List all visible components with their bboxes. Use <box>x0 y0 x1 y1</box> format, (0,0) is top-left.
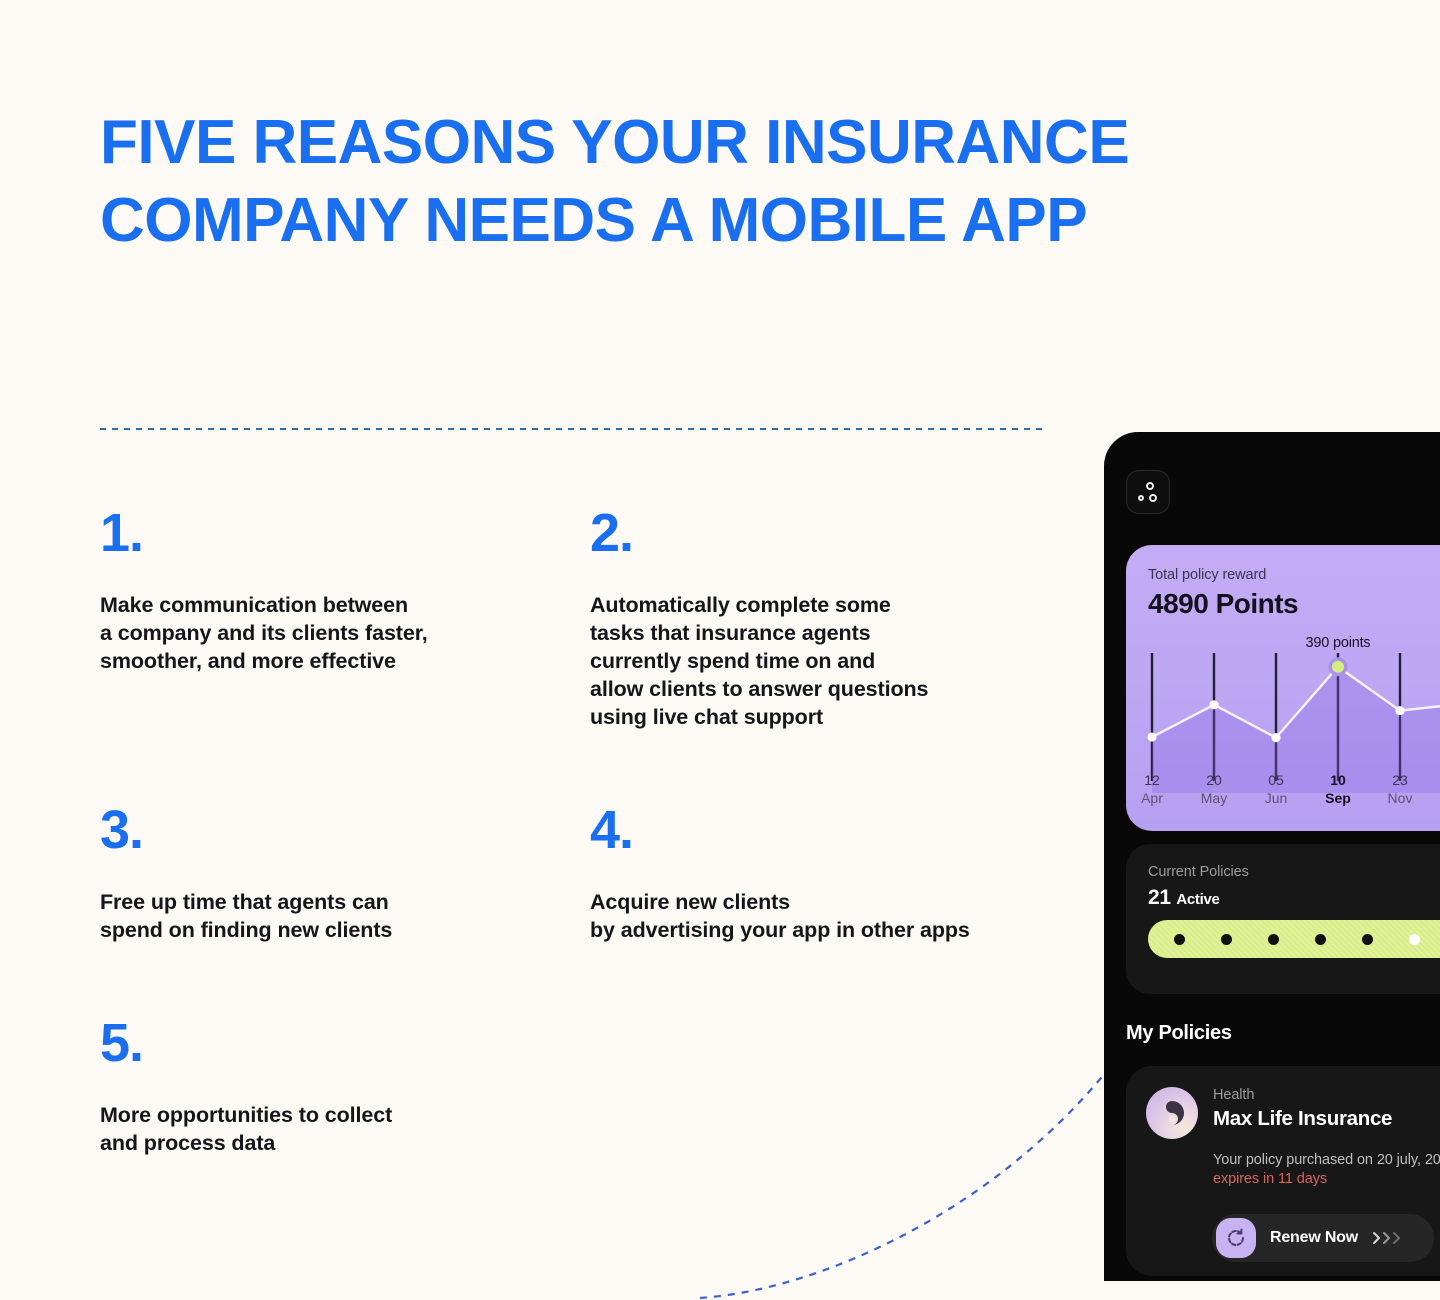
progress-dot-3 <box>1315 933 1326 945</box>
reason-number: 1. <box>100 503 144 563</box>
reason-item-5: 5. More opportunities to collect and pro… <box>100 1015 570 1157</box>
policy-category: Health <box>1213 1087 1255 1103</box>
chart-tick-4: 23 Nov <box>1370 771 1430 807</box>
policy-brand-icon <box>1166 1101 1184 1125</box>
chart-tick-day: 05 <box>1268 772 1284 788</box>
chart-tick-day: 20 <box>1206 772 1222 788</box>
chevron-right-icon <box>1372 1231 1404 1245</box>
renew-now-label: Renew Now <box>1270 1229 1358 1246</box>
reason-number: 3. <box>100 800 144 860</box>
phone-mockup: Total policy reward 4890 Points +12% yea… <box>1104 432 1440 1281</box>
total-reward-card[interactable]: Total policy reward 4890 Points +12% yea… <box>1126 545 1440 831</box>
current-policies-unit: Active <box>1176 891 1220 908</box>
chart-tick-day: 10 <box>1330 772 1346 788</box>
chart-tick-month: Apr <box>1141 790 1163 806</box>
chart-x-axis: 12 Apr 20 May 05 Jun 10 Sep 23 Nov <box>1126 771 1440 815</box>
reward-value: 4890 Points <box>1148 588 1299 619</box>
policy-expiry: expires in 11 days <box>1213 1171 1327 1187</box>
chart-tick-day: 12 <box>1144 772 1160 788</box>
progress-dot-1 <box>1221 933 1232 945</box>
chart-tick-0: 12 Apr <box>1126 771 1182 807</box>
current-policies-count: 21 <box>1148 886 1171 909</box>
renew-now-button[interactable]: Renew Now <box>1212 1214 1434 1262</box>
policy-description: Your policy purchased on 20 july, 202 <box>1213 1152 1440 1168</box>
progress-dot-2 <box>1268 933 1279 945</box>
chart-tick-month: Sep <box>1325 790 1351 806</box>
reason-text: More opportunities to collect and proces… <box>100 1103 393 1155</box>
policy-name: Max Life Insurance <box>1213 1107 1393 1130</box>
reason-text: Make communication between a company and… <box>100 593 428 673</box>
chart-tick-1: 20 May <box>1184 771 1244 807</box>
reason-number: 2. <box>590 503 634 563</box>
reason-item-2: 2. Automatically complete some tasks tha… <box>590 505 1060 731</box>
app-logo-icon[interactable] <box>1126 470 1170 514</box>
policy-list-item[interactable]: Health Max Life Insurance Your policy pu… <box>1126 1066 1440 1276</box>
reason-item-4: 4. Acquire new clients by advertising yo… <box>590 802 1060 944</box>
reason-text: Automatically complete some tasks that i… <box>590 593 929 729</box>
reason-text: Acquire new clients by advertising your … <box>590 890 970 942</box>
logo-dot-1 <box>1146 482 1154 490</box>
reason-item-3: 3. Free up time that agents can spend on… <box>100 802 570 944</box>
chart-tick-3: 10 Sep <box>1308 771 1368 807</box>
reasons-list: 1. Make communication between a company … <box>0 0 1100 1281</box>
refresh-icon <box>1216 1218 1256 1258</box>
chart-tick-month: Jun <box>1264 790 1288 806</box>
policy-avatar <box>1146 1087 1198 1139</box>
progress-dot-4 <box>1362 933 1373 945</box>
progress-dot-0 <box>1174 933 1185 945</box>
my-policies-heading: My Policies <box>1126 1022 1232 1044</box>
current-policies-card[interactable]: Current Policies 21 Active Tar 05 <box>1126 844 1440 994</box>
reward-line-chart[interactable]: 390 points 12 Apr 20 May 05 Jun 10 Sep 2… <box>1126 635 1440 831</box>
chart-tick-month: May <box>1200 790 1228 806</box>
current-policies-value: 21 Active <box>1148 886 1249 910</box>
chart-tick-day: 23 <box>1392 772 1408 788</box>
reason-text: Free up time that agents can spend on fi… <box>100 890 393 942</box>
current-policies-label: Current Policies <box>1148 864 1249 880</box>
policies-progress-bar[interactable] <box>1148 920 1440 958</box>
reward-label: Total policy reward <box>1148 567 1267 583</box>
logo-dot-2 <box>1138 495 1144 501</box>
progress-dot-5 <box>1409 933 1420 945</box>
reason-number: 4. <box>590 800 634 860</box>
reason-item-1: 1. Make communication between a company … <box>100 505 570 675</box>
chart-tick-month: Nov <box>1387 790 1413 806</box>
reason-number: 5. <box>100 1013 144 1073</box>
logo-dot-3 <box>1149 494 1157 502</box>
chart-tick-2: 05 Jun <box>1246 771 1306 807</box>
